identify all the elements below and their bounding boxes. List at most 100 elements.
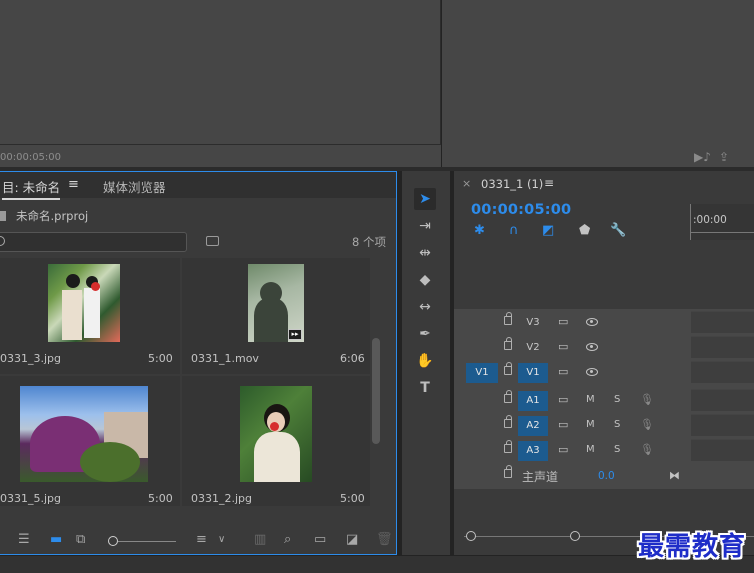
eye-icon[interactable] <box>586 318 598 326</box>
razor-tool-icon[interactable]: ◆ <box>414 269 436 291</box>
search-input[interactable] <box>0 232 187 252</box>
track-lane[interactable] <box>691 414 754 436</box>
time-ruler[interactable]: :00:00 <box>690 204 754 240</box>
microphone-icon[interactable]: 🎙 <box>640 392 654 408</box>
eye-icon[interactable] <box>586 343 598 351</box>
lock-icon[interactable] <box>504 337 512 350</box>
solo-button[interactable]: S <box>614 417 620 433</box>
sync-lock-icon[interactable]: ▭ <box>558 442 568 458</box>
new-item-icon[interactable]: ◪ <box>346 533 358 547</box>
track-lane[interactable] <box>691 361 754 383</box>
track-name[interactable]: V3 <box>518 313 548 333</box>
settings-icon[interactable]: ⇪ <box>719 150 729 164</box>
track-master: 主声道 0.0 ⧓ <box>454 464 754 488</box>
track-lane[interactable] <box>691 311 754 333</box>
item-name: 0331_5.jpg <box>0 492 62 505</box>
scroll-handle-left[interactable] <box>466 531 476 541</box>
lock-icon[interactable] <box>504 440 512 453</box>
freeform-view-icon[interactable]: ⧉ <box>76 533 85 547</box>
list-item[interactable]: 0331_5.jpg 5:00 <box>0 376 180 506</box>
sync-lock-icon[interactable]: ▭ <box>558 392 568 408</box>
tab-sequence[interactable]: 0331_1 (1) <box>481 177 543 191</box>
hand-tool-icon[interactable]: ✋ <box>414 350 436 372</box>
tab-project[interactable]: 目: 未命名 <box>2 177 61 200</box>
panel-menu-icon[interactable]: ≡ <box>68 177 79 192</box>
find-icon[interactable]: ⌕ <box>284 533 291 547</box>
zoom-slider[interactable] <box>118 541 176 542</box>
lock-icon[interactable] <box>504 390 512 403</box>
nest-icon[interactable]: ✱ <box>474 224 485 238</box>
search-icon <box>0 236 5 246</box>
track-name[interactable]: V2 <box>518 338 548 358</box>
export-frame-icon[interactable]: ▶♪ <box>694 150 711 164</box>
lock-icon[interactable] <box>504 362 512 375</box>
sync-lock-icon[interactable]: ▭ <box>558 364 568 380</box>
item-count: 8 个项 <box>352 235 386 249</box>
list-item[interactable]: 0331_3.jpg 5:00 <box>0 258 180 374</box>
list-view-icon[interactable]: ☰ <box>18 533 30 547</box>
scroll-handle-right[interactable] <box>570 531 580 541</box>
trash-icon[interactable]: 🗑 <box>376 533 393 547</box>
panel-menu-icon[interactable]: ≡ <box>544 176 554 190</box>
linked-selection-icon[interactable]: ◩ <box>542 224 554 238</box>
pen-tool-icon[interactable]: ✒ <box>414 323 436 345</box>
tab-media-browser[interactable]: 媒体浏览器 <box>103 177 166 196</box>
search-bin-icon[interactable] <box>206 236 219 246</box>
icon-view-icon[interactable]: ▬ <box>50 533 62 547</box>
microphone-icon[interactable]: 🎙 <box>640 417 654 433</box>
master-volume[interactable]: 0.0 <box>598 470 615 482</box>
mute-button[interactable]: M <box>586 392 595 408</box>
source-monitor <box>0 0 441 145</box>
source-patch[interactable]: V1 <box>466 363 498 383</box>
source-timecode[interactable]: 00:00:05:00 <box>0 152 61 163</box>
track-name[interactable]: V1 <box>518 363 548 383</box>
ruler-ticks <box>691 232 754 240</box>
thumbnail-image: ▸▸ <box>248 264 304 342</box>
list-item[interactable]: ▸▸ 0331_1.mov 6:06 <box>182 258 370 374</box>
playhead-timecode[interactable]: 00:00:05:00 <box>471 202 571 218</box>
snap-icon[interactable]: ∩ <box>509 224 519 238</box>
add-marker-icon[interactable]: ⬟ <box>579 224 590 238</box>
master-track-label: 主声道 <box>522 470 559 484</box>
chevron-down-icon[interactable]: ∨ <box>218 533 225 547</box>
zoom-slider-handle[interactable] <box>108 536 118 546</box>
solo-button[interactable]: S <box>614 442 620 458</box>
track-name[interactable]: A1 <box>518 391 548 411</box>
track-name[interactable]: A3 <box>518 441 548 461</box>
project-file-name: 未命名.prproj <box>0 208 88 224</box>
lock-icon[interactable] <box>504 312 512 325</box>
track-lane[interactable] <box>691 439 754 461</box>
track-name[interactable]: A2 <box>518 416 548 436</box>
close-icon[interactable]: × <box>462 177 471 190</box>
sync-lock-icon[interactable]: ▭ <box>558 314 568 330</box>
track-lane[interactable] <box>691 336 754 358</box>
sync-lock-icon[interactable]: ▭ <box>558 417 568 433</box>
new-bin-icon[interactable]: ▭ <box>314 533 326 547</box>
thumbnail-image <box>20 386 148 482</box>
selection-tool-icon[interactable]: ➤ <box>414 188 436 210</box>
solo-button[interactable]: S <box>614 392 620 408</box>
ruler-label: :00:00 <box>693 214 727 226</box>
lock-icon[interactable] <box>504 465 512 478</box>
type-tool-icon[interactable]: T <box>414 377 436 399</box>
slip-tool-icon[interactable]: ↔ <box>414 296 436 318</box>
mute-button[interactable]: M <box>586 417 595 433</box>
scrollbar[interactable] <box>372 338 380 444</box>
bowtie-icon[interactable]: ⧓ <box>669 469 680 482</box>
tools-panel: ➤ ⇥ ⇹ ◆ ↔ ✒ ✋ T <box>402 171 450 555</box>
sync-lock-icon[interactable]: ▭ <box>558 339 568 355</box>
track-select-tool-icon[interactable]: ⇥ <box>414 215 436 237</box>
ripple-edit-tool-icon[interactable]: ⇹ <box>414 242 436 264</box>
track-lane[interactable] <box>691 389 754 411</box>
mute-button[interactable]: M <box>586 442 595 458</box>
sort-icon[interactable]: ≡ <box>196 533 207 547</box>
lock-icon[interactable] <box>504 415 512 428</box>
item-duration: 5:00 <box>340 492 365 505</box>
track-area: V3 ▭ V2 ▭ V1 V1 ▭ A1 ▭ M S 🎙 A2 ▭ M S 🎙 … <box>454 309 754 489</box>
list-item[interactable]: 0331_2.jpg 5:00 <box>182 376 370 506</box>
eye-icon[interactable] <box>586 368 598 376</box>
microphone-icon[interactable]: 🎙 <box>640 442 654 458</box>
project-tabs: 目: 未命名 ≡ 媒体浏览器 <box>0 172 396 200</box>
automate-icon[interactable]: ▥ <box>254 533 266 547</box>
wrench-icon[interactable]: 🔧 <box>610 224 626 238</box>
